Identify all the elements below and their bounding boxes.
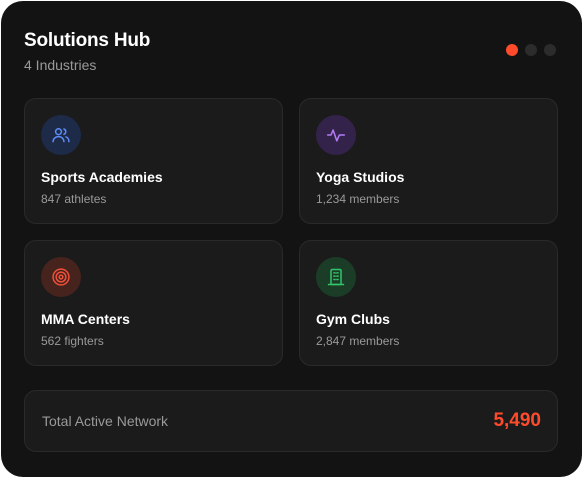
industry-count: 847 athletes — [41, 192, 107, 206]
industry-count: 2,847 members — [316, 334, 400, 348]
industry-name: Sports Academies — [41, 169, 163, 185]
industry-tile-mma-centers[interactable]: MMA Centers 562 fighters — [24, 240, 283, 366]
users-icon — [41, 115, 81, 155]
industry-tile-sports-academies[interactable]: Sports Academies 847 athletes — [24, 98, 283, 224]
carousel-dot-3[interactable] — [544, 44, 556, 56]
pulse-icon — [316, 115, 356, 155]
industry-name: Gym Clubs — [316, 311, 390, 327]
solutions-hub-card: Solutions Hub 4 Industries Sports Academ… — [1, 1, 582, 477]
carousel-dot-1[interactable] — [506, 44, 518, 56]
industry-count: 562 fighters — [41, 334, 104, 348]
industries-count: 4 Industries — [24, 57, 97, 73]
total-network-value: 5,490 — [493, 410, 541, 431]
total-network-label: Total Active Network — [42, 413, 169, 429]
industry-tile-yoga-studios[interactable]: Yoga Studios 1,234 members — [299, 98, 558, 224]
industry-name: MMA Centers — [41, 311, 130, 327]
carousel-dot-2[interactable] — [525, 44, 537, 56]
industry-name: Yoga Studios — [316, 169, 405, 185]
building-icon — [316, 257, 356, 297]
industry-tile-gym-clubs[interactable]: Gym Clubs 2,847 members — [299, 240, 558, 366]
industry-count: 1,234 members — [316, 192, 400, 206]
target-icon — [41, 257, 81, 297]
carousel-indicator — [506, 44, 556, 56]
total-network-panel: Total Active Network 5,490 — [24, 390, 558, 452]
card-title: Solutions Hub — [24, 30, 151, 51]
